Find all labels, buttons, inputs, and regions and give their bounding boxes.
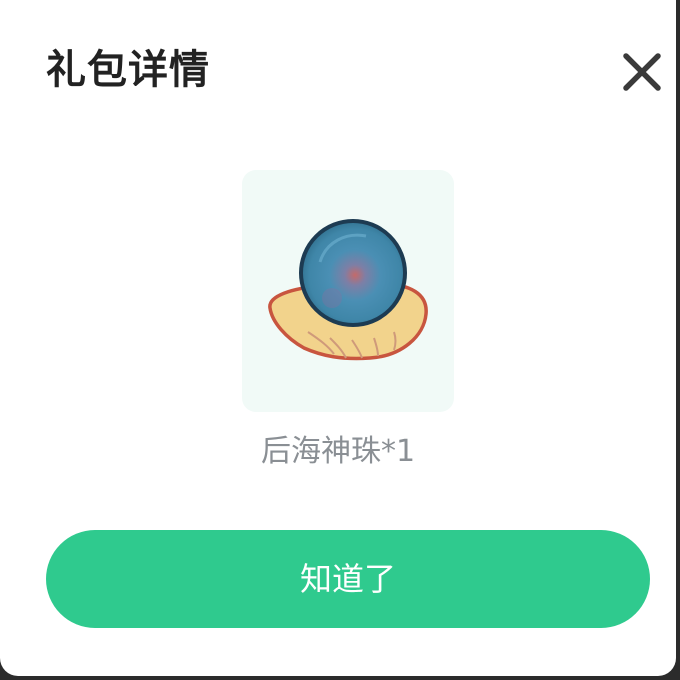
item-card <box>242 170 454 412</box>
pearl-on-shell-icon <box>268 219 428 361</box>
dialog-title: 礼包详情 <box>46 47 210 93</box>
item-name: 后海神珠*1 <box>260 434 416 469</box>
confirm-button[interactable]: 知道了 <box>46 530 650 628</box>
close-button[interactable] <box>616 46 668 98</box>
gift-pack-dialog: 礼包详情 后海神珠*1 知道了 <box>0 0 676 676</box>
close-icon <box>623 53 661 91</box>
